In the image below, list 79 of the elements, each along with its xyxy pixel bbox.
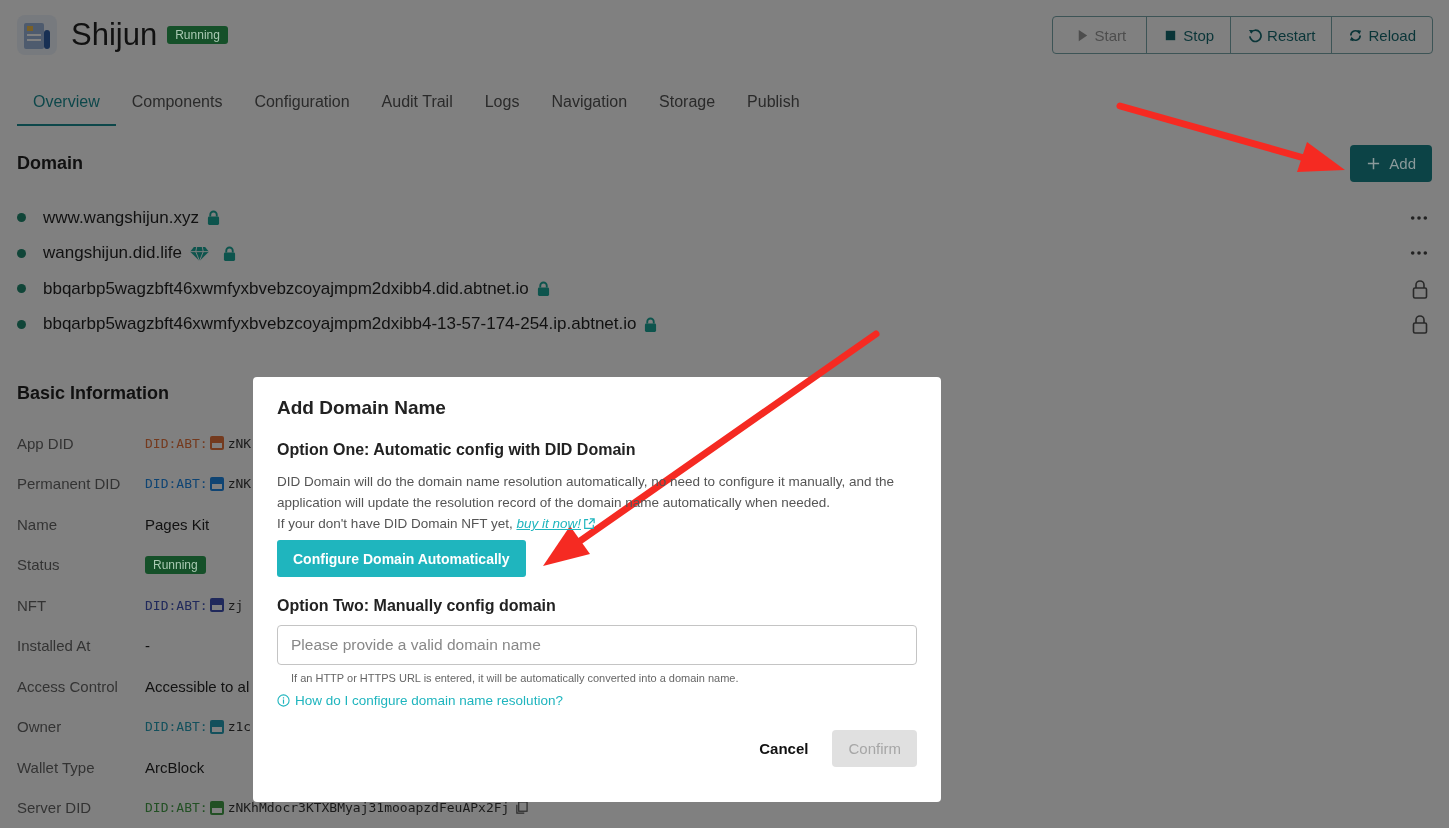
did-prefix: DID:ABT:	[145, 800, 208, 816]
status-badge: Running	[145, 555, 206, 574]
avatar-icon	[209, 800, 224, 815]
reload-icon	[1348, 27, 1364, 43]
did-prefix: DID:ABT:	[145, 597, 208, 613]
tab[interactable]: Configuration	[238, 80, 366, 126]
avatar-icon	[209, 436, 224, 451]
field-label: Server DID	[17, 799, 93, 817]
helper-text: If an HTTP or HTTPS URL is entered, it will be automatically converted into a domain name.	[291, 672, 740, 684]
domain-name: bbqarbp5wagzbft46xwmfyxbvebzcoyajmpm2dxibb4-13-57-174-254.ip.abtnet.io	[43, 314, 637, 335]
domain-name: www.wangshijun.xyz	[43, 207, 199, 228]
info-icon	[277, 694, 290, 707]
tab[interactable]: Storage	[643, 80, 732, 126]
plus-icon	[1366, 155, 1382, 171]
option-heading: Option Two: Manually config domain	[277, 597, 557, 615]
domain-name: bbqarbp5wagzbft46xwmfyxbvebzcoyajmpm2dxibb4.did.abtnet.io	[43, 278, 529, 299]
field-label: Installed At	[17, 637, 92, 655]
avatar-icon	[209, 476, 224, 491]
field-value: -	[145, 637, 150, 655]
copy-icon[interactable]	[515, 801, 529, 815]
restart-icon	[1247, 27, 1263, 43]
domain-name: wangshijun.did.life	[43, 243, 182, 264]
avatar-icon	[209, 598, 224, 613]
dialog-title: Add Domain Name	[277, 397, 447, 420]
field-label: App DID	[17, 434, 75, 452]
tab[interactable]: Audit Trail	[365, 80, 469, 126]
lock-icon	[644, 316, 658, 332]
field-value: ArcBlock	[145, 758, 205, 776]
lock-icon	[536, 281, 550, 297]
field-label: Name	[17, 515, 58, 533]
did-value: zj	[227, 597, 244, 613]
did-value: zNK	[227, 435, 252, 451]
status-dot	[17, 284, 26, 294]
section-title: Basic Information	[17, 383, 170, 404]
more-icon[interactable]	[1410, 214, 1428, 221]
help-link[interactable]: How do I configure domain name resolution?	[277, 693, 917, 708]
did-prefix: DID:ABT:	[145, 476, 208, 492]
did-prefix: DID:ABT:	[145, 435, 208, 451]
external-link-icon	[582, 517, 595, 530]
status-badge: Running	[167, 26, 228, 44]
field-label: NFT	[17, 596, 48, 614]
avatar-icon	[209, 719, 224, 734]
tab[interactable]: Publish	[731, 80, 816, 126]
field-label: Access Control	[17, 677, 119, 695]
status-dot	[17, 213, 26, 223]
action-button[interactable]: Reload	[1331, 17, 1432, 53]
did-value: zNK	[227, 476, 252, 492]
app-title: Shijun	[71, 17, 158, 53]
did-value: z1c	[227, 719, 252, 735]
lock-icon	[222, 245, 236, 261]
status-dot	[17, 248, 26, 258]
note-text: If your don't have DID Domain NFT yet,	[277, 515, 514, 533]
field-label: Permanent DID	[17, 475, 122, 493]
buy-link[interactable]: buy it now!	[516, 513, 581, 534]
tab[interactable]: Overview	[17, 80, 116, 126]
action-button[interactable]: Stop	[1146, 17, 1231, 53]
add-button[interactable]: Add	[1350, 144, 1432, 182]
field-value: Pages Kit	[145, 515, 210, 533]
status-dot	[17, 319, 26, 329]
section-title: Domain	[17, 152, 83, 174]
tab[interactable]: Navigation	[535, 80, 644, 126]
lock-icon	[1412, 314, 1428, 335]
field-value: Accessible to al	[145, 677, 250, 695]
action-button[interactable]: Restart	[1230, 17, 1332, 53]
did-prefix: DID:ABT:	[145, 719, 208, 735]
lock-icon	[206, 210, 220, 226]
field-label: Status	[17, 556, 61, 574]
domain-input[interactable]: Please provide a valid domain name	[277, 625, 917, 665]
tab[interactable]: Components	[115, 80, 239, 126]
field-label: Wallet Type	[17, 758, 96, 776]
lock-icon	[1412, 278, 1428, 299]
app-logo-icon	[17, 15, 57, 55]
tab[interactable]: Logs	[468, 80, 536, 126]
cancel-button[interactable]: Cancel	[753, 739, 815, 758]
did-value: zNKhMdocr3KTXBMyaj31mooapzdFeuAPx2Fj	[227, 800, 510, 816]
field-label: Owner	[17, 718, 63, 736]
more-icon[interactable]	[1410, 250, 1428, 257]
option-heading: Option One: Automatic config with DID Domain	[277, 441, 637, 459]
configure-button[interactable]: Configure Domain Automatically	[277, 540, 526, 577]
